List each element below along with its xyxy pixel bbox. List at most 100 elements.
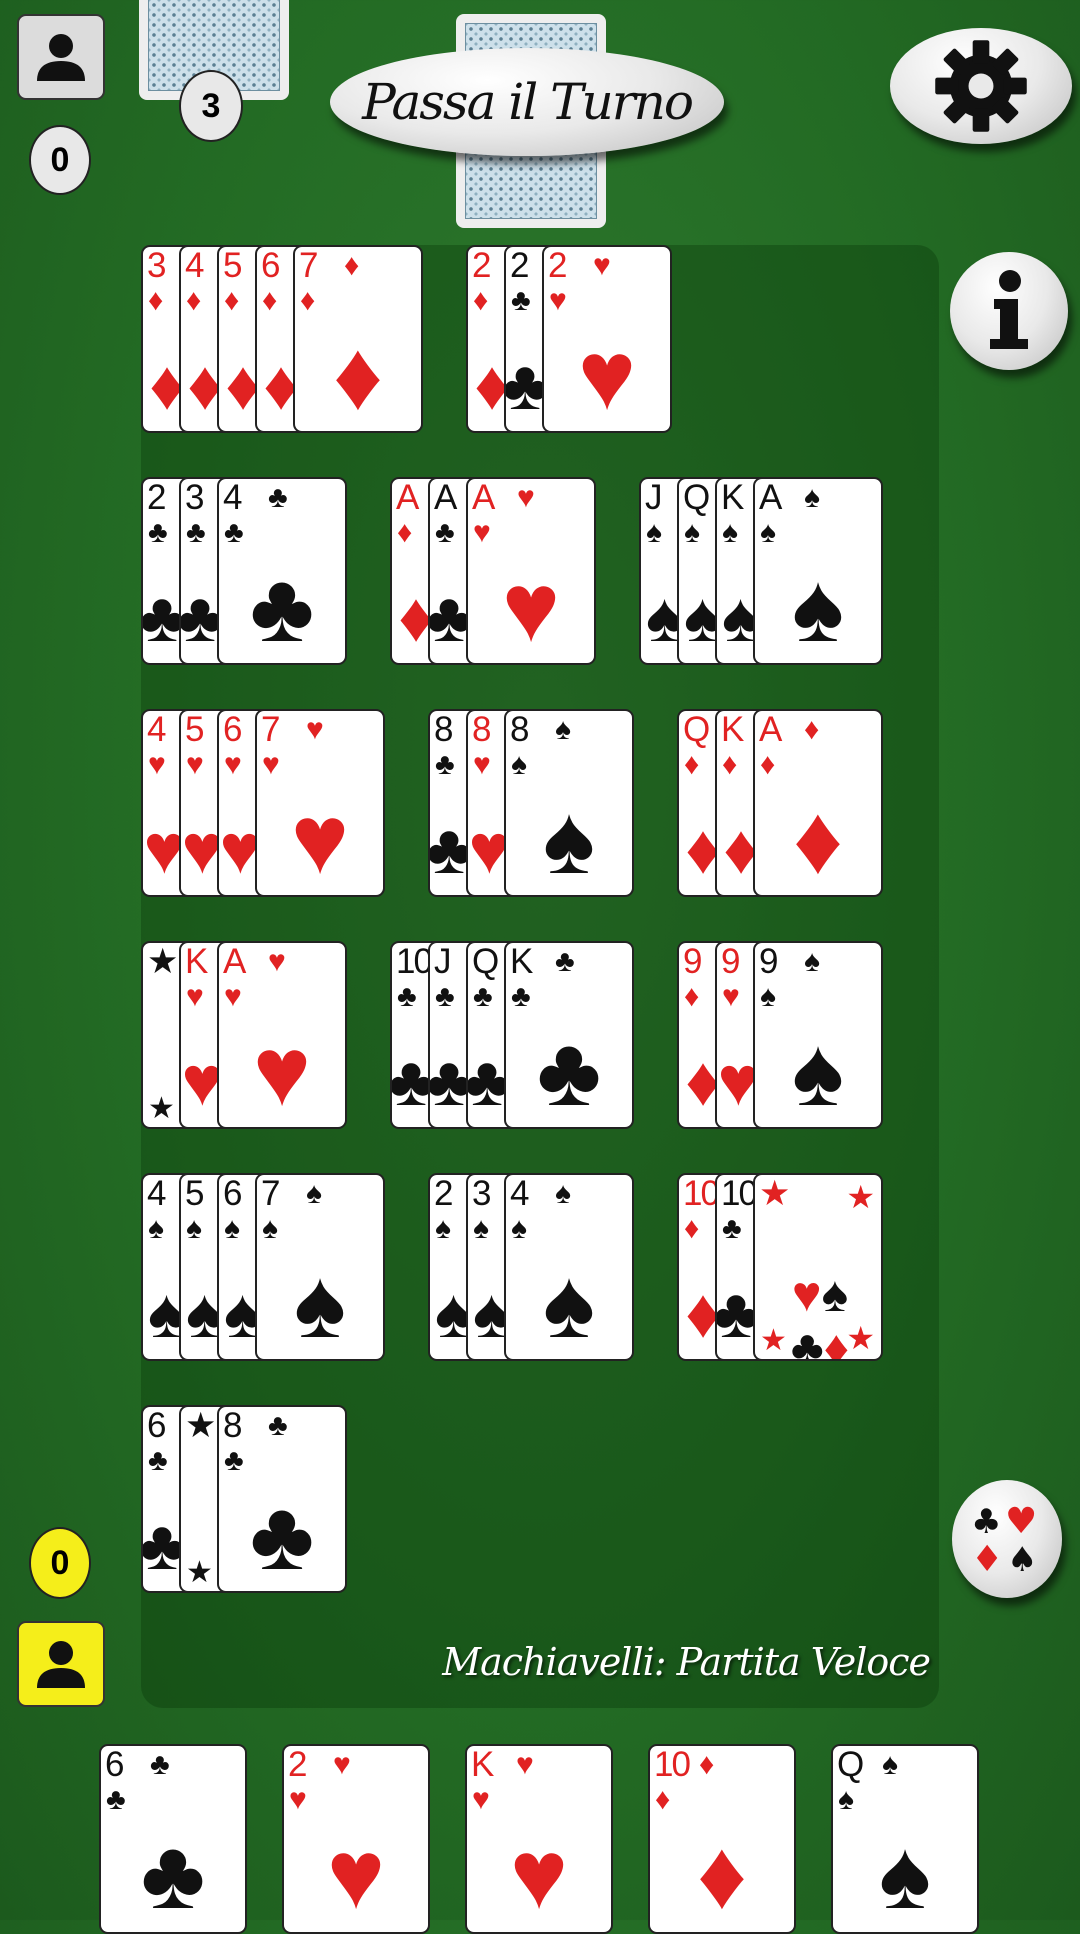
card-suit: ♣ <box>148 516 168 549</box>
card-suit: ♣ <box>397 980 417 1013</box>
card-rank: A <box>223 942 246 981</box>
card-rank: 7 <box>261 1174 281 1213</box>
card-rank: 10 <box>654 1745 691 1784</box>
card-rank: A <box>434 478 457 517</box>
playing-card[interactable]: A ♥ ♥ ♥ <box>217 941 347 1129</box>
game-title: Machiavelli: Partita Veloce <box>442 1640 931 1684</box>
hand-card[interactable]: 2 ♥ ♥ ♥ <box>282 1744 430 1934</box>
opponent-score-badge: 0 <box>29 125 91 195</box>
settings-button[interactable] <box>890 28 1072 144</box>
card-suits-icon: ♣ ♥ ♦ ♠ <box>971 1501 1037 1579</box>
card-rank: J <box>434 942 451 981</box>
card-rank: Q <box>472 942 499 981</box>
info-button[interactable] <box>950 252 1068 370</box>
playing-card[interactable]: 7 ♠ ♠ ♠ <box>255 1173 385 1361</box>
playing-card[interactable]: 2 ♥ ♥ ♥ <box>542 245 672 433</box>
card-rank: K <box>510 942 533 981</box>
hand-card[interactable]: K ♥ ♥ ♥ <box>465 1744 613 1934</box>
hand-card[interactable]: Q ♠ ♠ ♠ <box>831 1744 979 1934</box>
svg-text:♣: ♣ <box>971 1502 1001 1542</box>
svg-text:♦: ♦ <box>971 1539 1003 1579</box>
opponent-avatar[interactable] <box>17 14 105 100</box>
playing-card[interactable]: K ♣ ♣ ♣ <box>504 941 634 1129</box>
info-icon <box>990 270 1028 349</box>
card-center-suit: ♥ <box>326 1819 386 1929</box>
playing-card[interactable]: A ♥ ♥ ♥ <box>466 477 596 665</box>
card-suit: ♣ <box>555 945 575 978</box>
card-rank: 9 <box>759 942 779 981</box>
card-suit: ♥ <box>262 748 280 781</box>
card-rank: 10 <box>683 1174 720 1213</box>
card-suit: ♣ <box>186 516 206 549</box>
card-suit: ♠ <box>306 1177 322 1210</box>
card-suit: ♣ <box>435 980 455 1013</box>
card-rank: 2 <box>434 1174 454 1213</box>
card-rank: ★ <box>846 1179 875 1215</box>
card-rank: K <box>471 1745 494 1784</box>
card-rank: 3 <box>185 478 205 517</box>
card-suit: ♥ <box>268 945 286 978</box>
card-rank: 5 <box>185 1174 205 1213</box>
card-center-suit: ♣ <box>249 1480 315 1590</box>
card-suit: ♠ <box>224 1212 240 1245</box>
card-suit: ♥ <box>473 748 491 781</box>
card-rank: 6 <box>223 1174 243 1213</box>
card-rank: 6 <box>261 246 281 285</box>
playing-card[interactable]: A ♦ ♦ ♦ <box>753 709 883 897</box>
card-suit: ♠ <box>684 516 700 549</box>
card-suit: ♠ <box>838 1783 854 1816</box>
joker-suits-icon: ♥♠ ♣♦ <box>790 1266 850 1361</box>
card-center-suit: ♠ <box>791 1016 845 1126</box>
suits-button[interactable]: ♣ ♥ ♦ ♠ <box>952 1480 1062 1598</box>
opponent-card-count: 3 <box>201 86 221 125</box>
star-icon: ★ <box>148 1092 175 1125</box>
playing-card[interactable]: 9 ♠ ♠ ♠ <box>753 941 883 1129</box>
playing-card[interactable]: A ♠ ♠ ♠ <box>753 477 883 665</box>
card-rank: A <box>396 478 419 517</box>
card-center-suit: ♠ <box>542 1248 596 1358</box>
playing-card[interactable]: 8 ♣ ♣ ♣ <box>217 1405 347 1593</box>
card-suit: ♥ <box>186 980 204 1013</box>
card-suit: ♦ <box>397 516 413 549</box>
card-suit: ♣ <box>224 1444 244 1477</box>
card-suit: ♦ <box>186 284 202 317</box>
card-suit: ♣ <box>268 481 288 514</box>
card-suit: ♠ <box>186 1212 202 1245</box>
gear-icon <box>935 40 1027 132</box>
playing-card[interactable]: 7 ♦ ♦ ♦ <box>293 245 423 433</box>
card-suit: ♠ <box>804 945 820 978</box>
card-rank: 9 <box>721 942 741 981</box>
hand-card[interactable]: 6 ♣ ♣ ♣ <box>99 1744 247 1934</box>
card-center-suit: ♥ <box>290 784 350 894</box>
card-center-suit: ♥ <box>501 552 561 662</box>
player-avatar[interactable] <box>17 1621 105 1707</box>
card-rank: Q <box>837 1745 864 1784</box>
card-rank: J <box>645 478 662 517</box>
card-rank: 4 <box>147 1174 167 1213</box>
card-suit: ♥ <box>224 748 242 781</box>
card-suit: ♦ <box>473 284 489 317</box>
hand-card[interactable]: 10 ♦ ♦ ♦ <box>648 1744 796 1934</box>
card-center-suit: ♠ <box>293 1248 347 1358</box>
playing-card[interactable]: 8 ♠ ♠ ♠ <box>504 709 634 897</box>
card-suit: ♥ <box>549 284 567 317</box>
card-rank: 6 <box>147 1406 167 1445</box>
playing-card[interactable]: 4 ♣ ♣ ♣ <box>217 477 347 665</box>
card-suit: ♠ <box>511 1212 527 1245</box>
card-suit: ♦ <box>148 284 164 317</box>
card-suit: ♦ <box>722 748 738 781</box>
card-suit: ♣ <box>224 516 244 549</box>
card-suit: ♣ <box>473 980 493 1013</box>
card-center-suit: ♠ <box>542 784 596 894</box>
card-suit: ♣ <box>511 284 531 317</box>
card-rank: 5 <box>185 710 205 749</box>
card-suit: ♦ <box>804 713 820 746</box>
pass-turn-button[interactable]: Passa il Turno <box>330 48 724 156</box>
pass-turn-label: Passa il Turno <box>362 73 694 131</box>
playing-card[interactable]: 4 ♠ ♠ ♠ <box>504 1173 634 1361</box>
playing-card[interactable]: 7 ♥ ♥ ♥ <box>255 709 385 897</box>
card-suit: ♠ <box>646 516 662 549</box>
card-center-suit: ♦ <box>696 1819 747 1929</box>
joker-card[interactable]: ★ ★ ★ ★ ♥♠ ♣♦ <box>753 1173 883 1361</box>
card-rank: K <box>721 710 744 749</box>
